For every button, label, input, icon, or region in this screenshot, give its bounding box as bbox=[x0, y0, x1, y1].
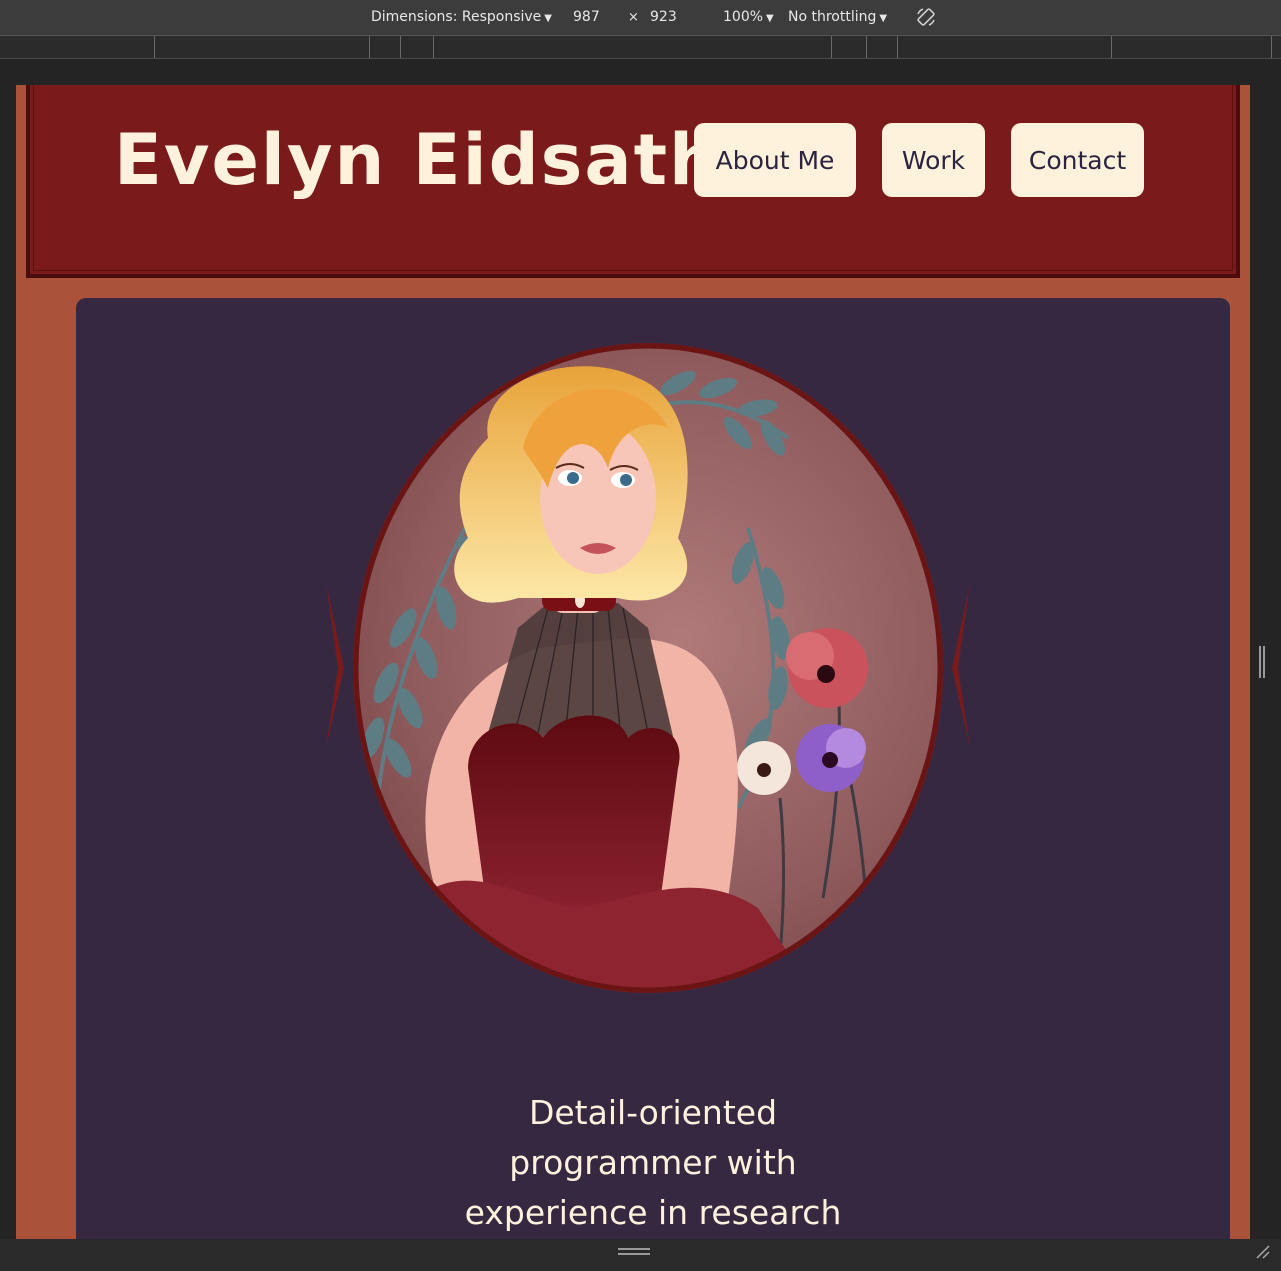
resize-handle-icon[interactable] bbox=[1259, 646, 1265, 678]
devtools-bottom-bar bbox=[0, 1239, 1281, 1271]
resize-handle-icon[interactable] bbox=[618, 1248, 650, 1256]
hero-card: Detail-oriented programmer with experien… bbox=[76, 298, 1230, 1239]
zoom-dropdown[interactable]: 100% ▼ bbox=[723, 9, 774, 25]
ruler-tick bbox=[1111, 36, 1112, 58]
nav-about-me-button[interactable]: About Me bbox=[694, 123, 856, 197]
nav-contact-button[interactable]: Contact bbox=[1011, 123, 1144, 197]
portrait-illustration bbox=[326, 343, 970, 993]
rotate-icon[interactable] bbox=[914, 5, 938, 29]
ruler-tick bbox=[1271, 36, 1272, 58]
viewport-gutter bbox=[0, 59, 1281, 85]
tagline-line-3: experience in research bbox=[464, 1193, 842, 1232]
throttling-label: No throttling bbox=[788, 9, 877, 25]
dimensions-dropdown[interactable]: Dimensions: Responsive ▼ bbox=[371, 9, 552, 25]
throttling-dropdown[interactable]: No throttling ▼ bbox=[788, 9, 887, 25]
ruler-tick bbox=[831, 36, 832, 58]
width-input[interactable]: 987 bbox=[573, 9, 600, 25]
site-title: Evelyn Eidsath bbox=[114, 119, 721, 201]
hero-tagline: Detail-oriented programmer with experien… bbox=[403, 1088, 903, 1238]
corner-grip-icon[interactable] bbox=[1254, 1243, 1272, 1261]
tagline-line-1: Detail-oriented bbox=[528, 1093, 778, 1132]
caret-down-icon: ▼ bbox=[544, 13, 552, 24]
emulated-viewport: Evelyn Eidsath About Me Work Contact Det… bbox=[16, 85, 1250, 1239]
ruler-tick bbox=[897, 36, 898, 58]
devtools-device-toolbar: Dimensions: Responsive ▼ 987 × 923 100% ▼ … bbox=[0, 0, 1281, 36]
ruler-tick bbox=[154, 36, 155, 58]
ruler-tick bbox=[433, 36, 434, 58]
media-query-ruler[interactable] bbox=[0, 36, 1281, 59]
tagline-line-2: programmer with bbox=[509, 1143, 797, 1182]
site-header: Evelyn Eidsath About Me Work Contact bbox=[26, 85, 1240, 278]
ruler-tick bbox=[369, 36, 370, 58]
height-input[interactable]: 923 bbox=[650, 9, 677, 25]
caret-down-icon: ▼ bbox=[766, 13, 774, 24]
nav-work-button[interactable]: Work bbox=[882, 123, 985, 197]
ruler-tick bbox=[400, 36, 401, 58]
times-symbol: × bbox=[628, 10, 639, 25]
zoom-label: 100% bbox=[723, 9, 764, 25]
dimensions-label: Dimensions: Responsive bbox=[371, 9, 542, 25]
caret-down-icon: ▼ bbox=[879, 13, 888, 24]
ruler-tick bbox=[866, 36, 867, 58]
